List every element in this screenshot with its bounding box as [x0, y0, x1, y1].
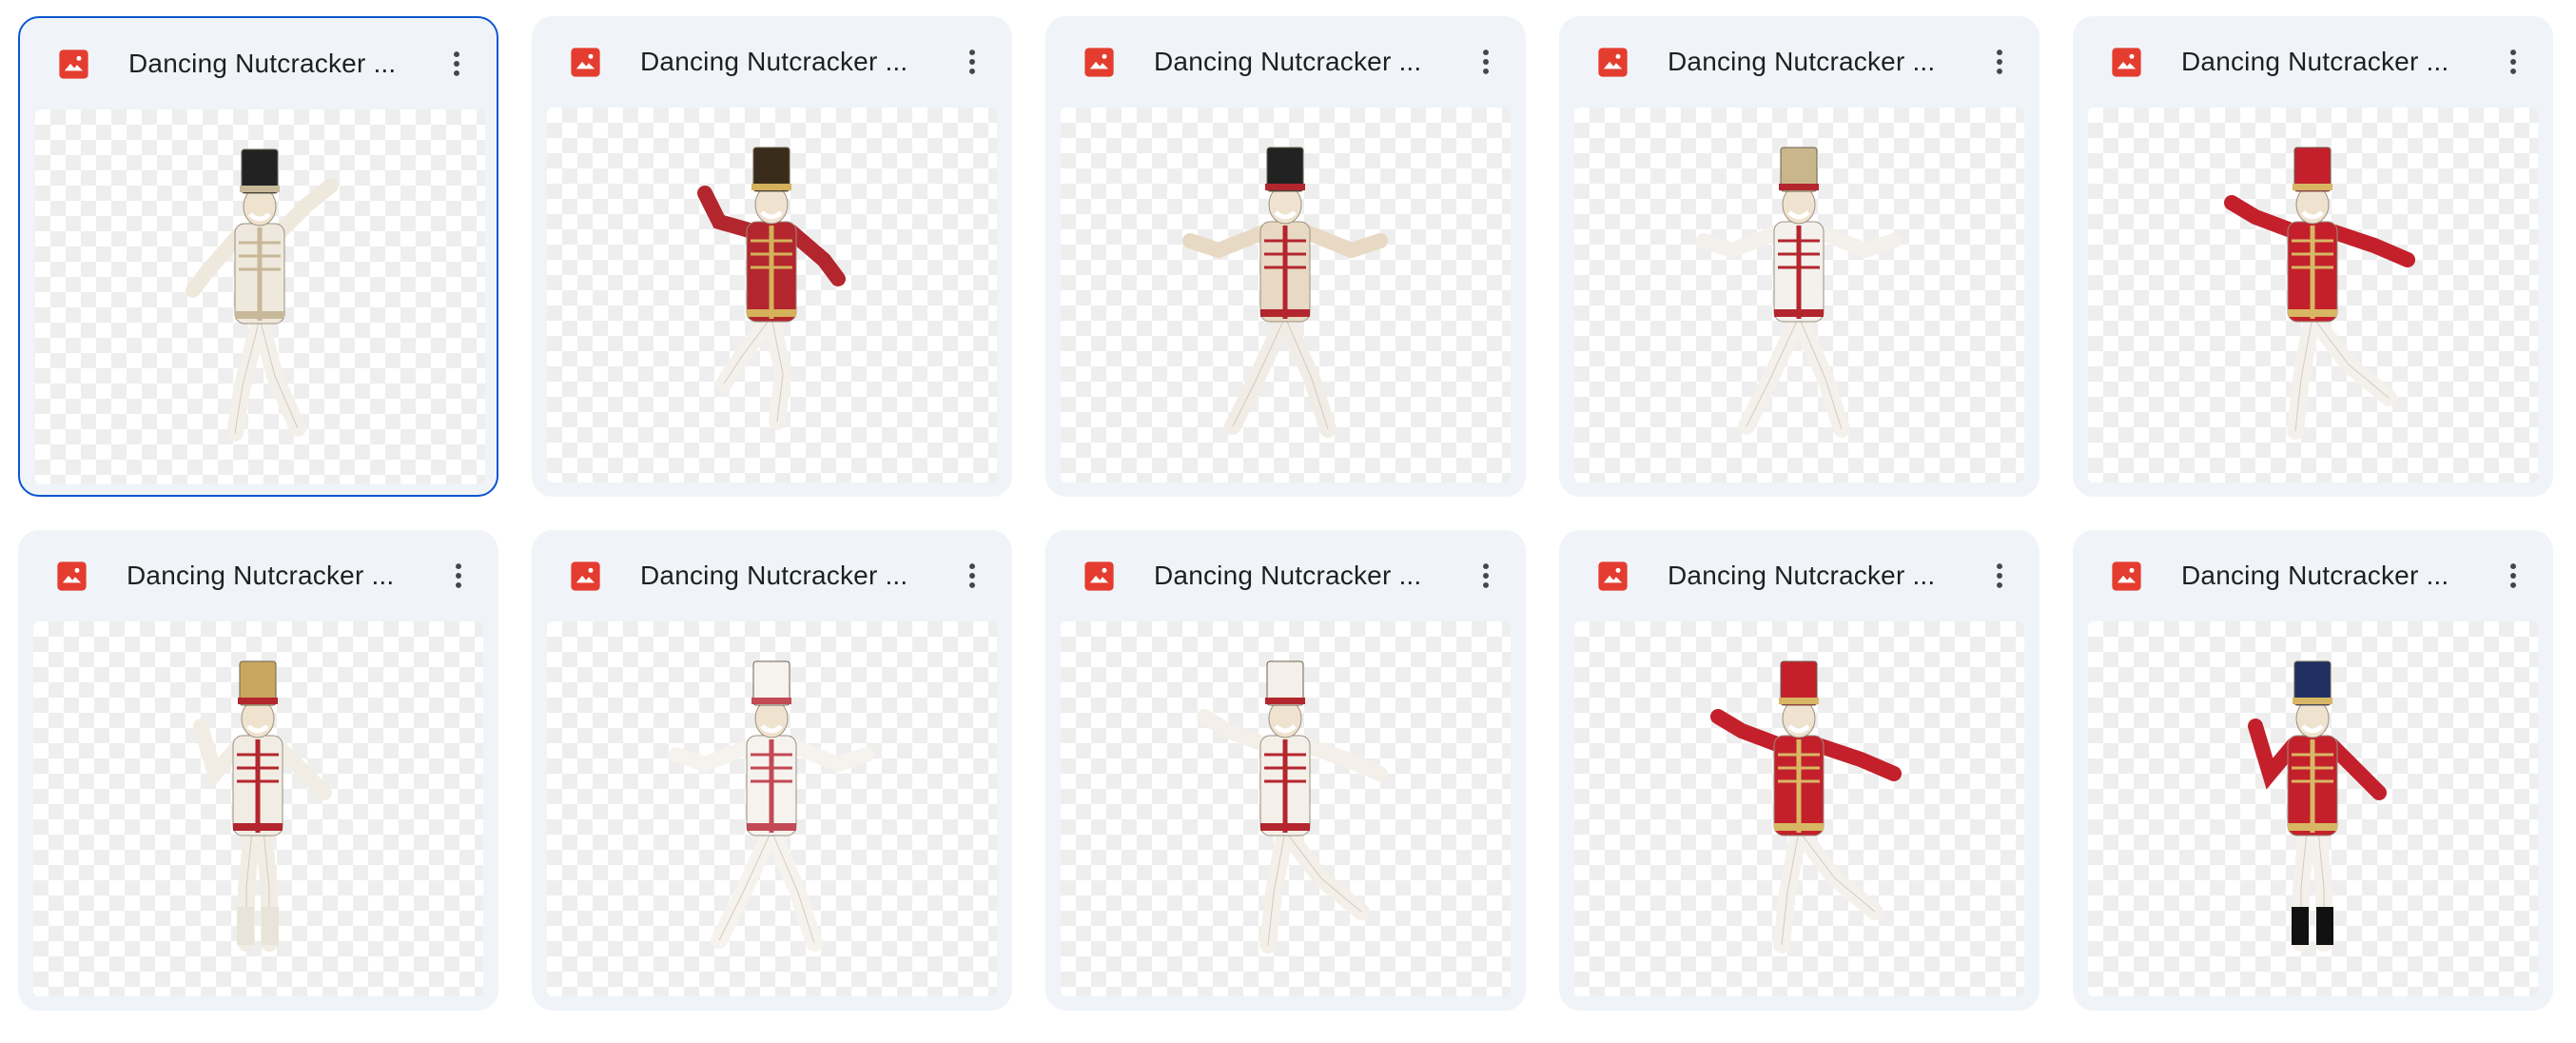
file-name: Dancing Nutcracker ... [1668, 47, 1936, 76]
figure-legs [1224, 308, 1337, 438]
file-card-header: Dancing Nutcracker ... [1559, 16, 2039, 106]
file-name: Dancing Nutcracker ... [2181, 561, 2449, 590]
more-vert-icon [1997, 49, 2002, 74]
file-card-header: Dancing Nutcracker ... [1559, 530, 2039, 620]
more-vert-icon [2510, 49, 2516, 74]
figure-boots [2292, 907, 2333, 945]
image-file-icon [56, 561, 88, 592]
more-vert-icon [1483, 49, 1489, 74]
more-vert-icon [1997, 563, 2002, 588]
figure-boots [237, 907, 279, 945]
more-vert-icon [969, 563, 975, 588]
file-card-header: Dancing Nutcracker ... [2073, 530, 2553, 620]
more-options-button[interactable] [436, 553, 481, 599]
file-card-header: Dancing Nutcracker ... [2073, 16, 2553, 106]
file-card-9[interactable]: Dancing Nutcracker ... [1559, 530, 2039, 1011]
file-card-2[interactable]: Dancing Nutcracker ... [532, 16, 1012, 497]
image-file-icon [1597, 47, 1629, 78]
file-card-header: Dancing Nutcracker ... [1045, 16, 1526, 106]
figure-legs [1738, 308, 1850, 438]
more-options-button[interactable] [1977, 39, 2022, 85]
file-card-1[interactable]: Dancing Nutcracker ... [18, 16, 498, 497]
file-card-3[interactable]: Dancing Nutcracker ... [1045, 16, 1526, 497]
file-card-7[interactable]: Dancing Nutcracker ... [532, 530, 1012, 1011]
image-thumbnail[interactable] [1574, 108, 2024, 482]
file-card-4[interactable]: Dancing Nutcracker ... [1559, 16, 2039, 497]
image-file-icon [58, 49, 89, 80]
image-thumbnail[interactable] [35, 109, 485, 484]
file-card-10[interactable]: Dancing Nutcracker ... [2073, 530, 2553, 1011]
image-thumbnail[interactable] [1574, 621, 2024, 996]
file-card-6[interactable]: Dancing Nutcracker ... [18, 530, 498, 1011]
image-thumbnail[interactable] [2088, 621, 2538, 996]
image-file-icon [570, 47, 601, 78]
more-vert-icon [2510, 563, 2516, 588]
file-name: Dancing Nutcracker ... [128, 49, 397, 78]
file-name: Dancing Nutcracker ... [640, 47, 908, 76]
image-thumbnail[interactable] [547, 108, 997, 482]
more-vert-icon [1483, 563, 1489, 588]
file-grid: Dancing Nutcracker ... Dancing Nutcracke… [18, 16, 2553, 1011]
more-vert-icon [454, 51, 459, 76]
file-name: Dancing Nutcracker ... [640, 561, 908, 590]
file-card-header: Dancing Nutcracker ... [532, 530, 1012, 620]
more-options-button[interactable] [949, 39, 995, 85]
file-name: Dancing Nutcracker ... [2181, 47, 2449, 76]
more-options-button[interactable] [2490, 553, 2536, 599]
file-card-8[interactable]: Dancing Nutcracker ... [1045, 530, 1526, 1011]
file-name: Dancing Nutcracker ... [1154, 47, 1422, 76]
image-file-icon [1083, 561, 1115, 592]
file-name: Dancing Nutcracker ... [1668, 561, 1936, 590]
more-options-button[interactable] [1463, 39, 1509, 85]
file-card-header: Dancing Nutcracker ... [20, 18, 497, 108]
more-vert-icon [456, 563, 461, 588]
image-file-icon [2111, 47, 2142, 78]
image-thumbnail[interactable] [547, 621, 997, 996]
image-thumbnail[interactable] [2088, 108, 2538, 482]
file-name: Dancing Nutcracker ... [1154, 561, 1422, 590]
figure-legs [226, 310, 306, 442]
image-file-icon [2111, 561, 2142, 592]
image-thumbnail[interactable] [1061, 621, 1511, 996]
file-card-5[interactable]: Dancing Nutcracker ... [2073, 16, 2553, 497]
figure-legs [715, 308, 792, 430]
file-card-header: Dancing Nutcracker ... [1045, 530, 1526, 620]
image-file-icon [570, 561, 601, 592]
more-options-button[interactable] [1463, 553, 1509, 599]
more-options-button[interactable] [434, 41, 479, 87]
image-thumbnail[interactable] [33, 621, 483, 996]
file-card-header: Dancing Nutcracker ... [532, 16, 1012, 106]
file-card-header: Dancing Nutcracker ... [18, 530, 498, 620]
image-file-icon [1597, 561, 1629, 592]
file-name: Dancing Nutcracker ... [127, 561, 395, 590]
more-options-button[interactable] [949, 553, 995, 599]
image-thumbnail[interactable] [1061, 108, 1511, 482]
more-vert-icon [969, 49, 975, 74]
figure-legs [711, 822, 823, 952]
more-options-button[interactable] [2490, 39, 2536, 85]
more-options-button[interactable] [1977, 553, 2022, 599]
image-file-icon [1083, 47, 1115, 78]
